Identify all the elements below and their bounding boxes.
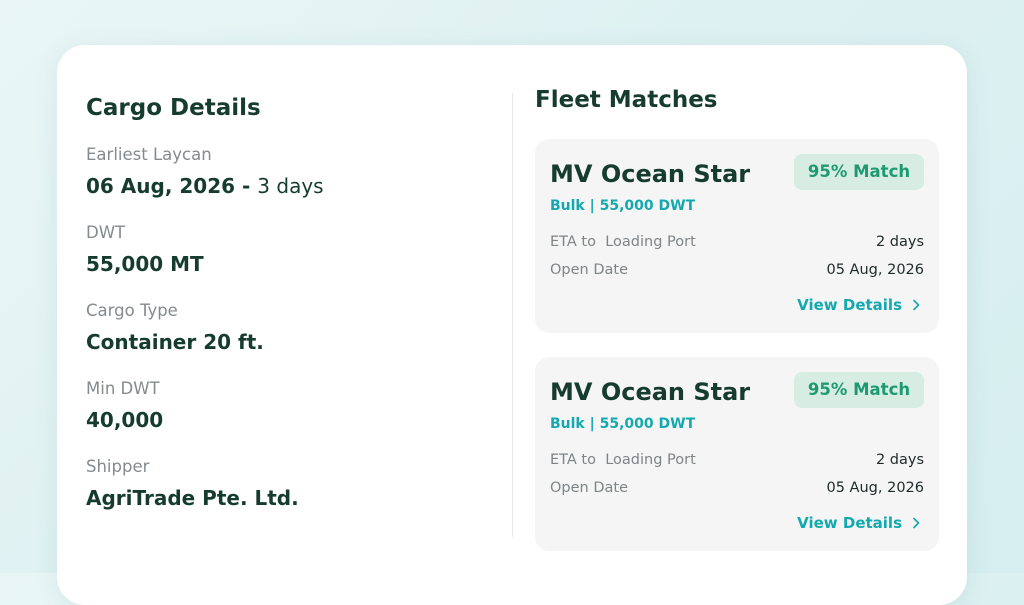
- laycan-date: 06 Aug, 2026: [86, 174, 236, 198]
- field-value: 06 Aug, 2026 - 3 days: [86, 172, 486, 200]
- field-value: 40,000: [86, 408, 164, 432]
- field-label: Min DWT: [86, 379, 160, 398]
- vessel-card: MV Ocean Star 95% Match Bulk | 55,000 DW…: [535, 357, 939, 551]
- open-date-row: Open Date 05 Aug, 2026: [550, 478, 924, 498]
- match-badge: 95% Match: [794, 154, 924, 190]
- match-badge: 95% Match: [794, 372, 924, 408]
- field-earliest-laycan: Earliest Laycan 06 Aug, 2026 - 3 days: [86, 144, 486, 200]
- open-date-value: 05 Aug, 2026: [826, 480, 925, 496]
- main-panel: Cargo Details Earliest Laycan 06 Aug, 20…: [57, 45, 967, 605]
- column-divider: [512, 93, 513, 537]
- eta-value: 2 days: [875, 234, 924, 250]
- cargo-details-section: Cargo Details Earliest Laycan 06 Aug, 20…: [86, 93, 486, 534]
- view-details-link[interactable]: View Details: [797, 513, 924, 533]
- field-label: Shipper: [86, 457, 150, 476]
- field-value: Container 20 ft.: [86, 330, 264, 354]
- field-value: 55,000 MT: [86, 252, 204, 276]
- field-min-dwt: Min DWT 40,000: [86, 378, 486, 434]
- field-shipper: Shipper AgriTrade Pte. Ltd.: [86, 456, 486, 512]
- vessel-name: MV Ocean Star: [550, 160, 751, 188]
- laycan-separator: -: [235, 174, 258, 198]
- open-date-row: Open Date 05 Aug, 2026: [550, 260, 924, 280]
- field-label: Cargo Type: [86, 301, 178, 320]
- fleet-matches-section: Fleet Matches MV Ocean Star 95% Match Bu…: [535, 85, 939, 575]
- view-details-link[interactable]: View Details: [797, 295, 924, 315]
- vessel-type-dwt: Bulk | 55,000 DWT: [550, 198, 696, 214]
- eta-label: ETA to Loading Port: [550, 452, 696, 468]
- vessel-card: MV Ocean Star 95% Match Bulk | 55,000 DW…: [535, 139, 939, 333]
- eta-row: ETA to Loading Port 2 days: [550, 232, 924, 252]
- field-value: AgriTrade Pte. Ltd.: [86, 486, 299, 510]
- view-details-label: View Details: [797, 296, 902, 314]
- cargo-details-title: Cargo Details: [86, 95, 261, 121]
- chevron-right-icon: [913, 299, 920, 311]
- open-date-value: 05 Aug, 2026: [826, 262, 925, 278]
- fleet-matches-title: Fleet Matches: [535, 87, 718, 113]
- chevron-right-icon: [913, 517, 920, 529]
- field-label: Earliest Laycan: [86, 145, 212, 164]
- field-dwt: DWT 55,000 MT: [86, 222, 486, 278]
- vessel-type-dwt: Bulk | 55,000 DWT: [550, 416, 696, 432]
- field-label: DWT: [86, 223, 126, 242]
- vessel-name: MV Ocean Star: [550, 378, 751, 406]
- field-cargo-type: Cargo Type Container 20 ft.: [86, 300, 486, 356]
- eta-label: ETA to Loading Port: [550, 234, 696, 250]
- open-date-label: Open Date: [550, 480, 628, 496]
- view-details-label: View Details: [797, 514, 902, 532]
- eta-row: ETA to Loading Port 2 days: [550, 450, 924, 470]
- laycan-duration: 3 days: [257, 174, 324, 198]
- eta-value: 2 days: [875, 452, 924, 468]
- open-date-label: Open Date: [550, 262, 628, 278]
